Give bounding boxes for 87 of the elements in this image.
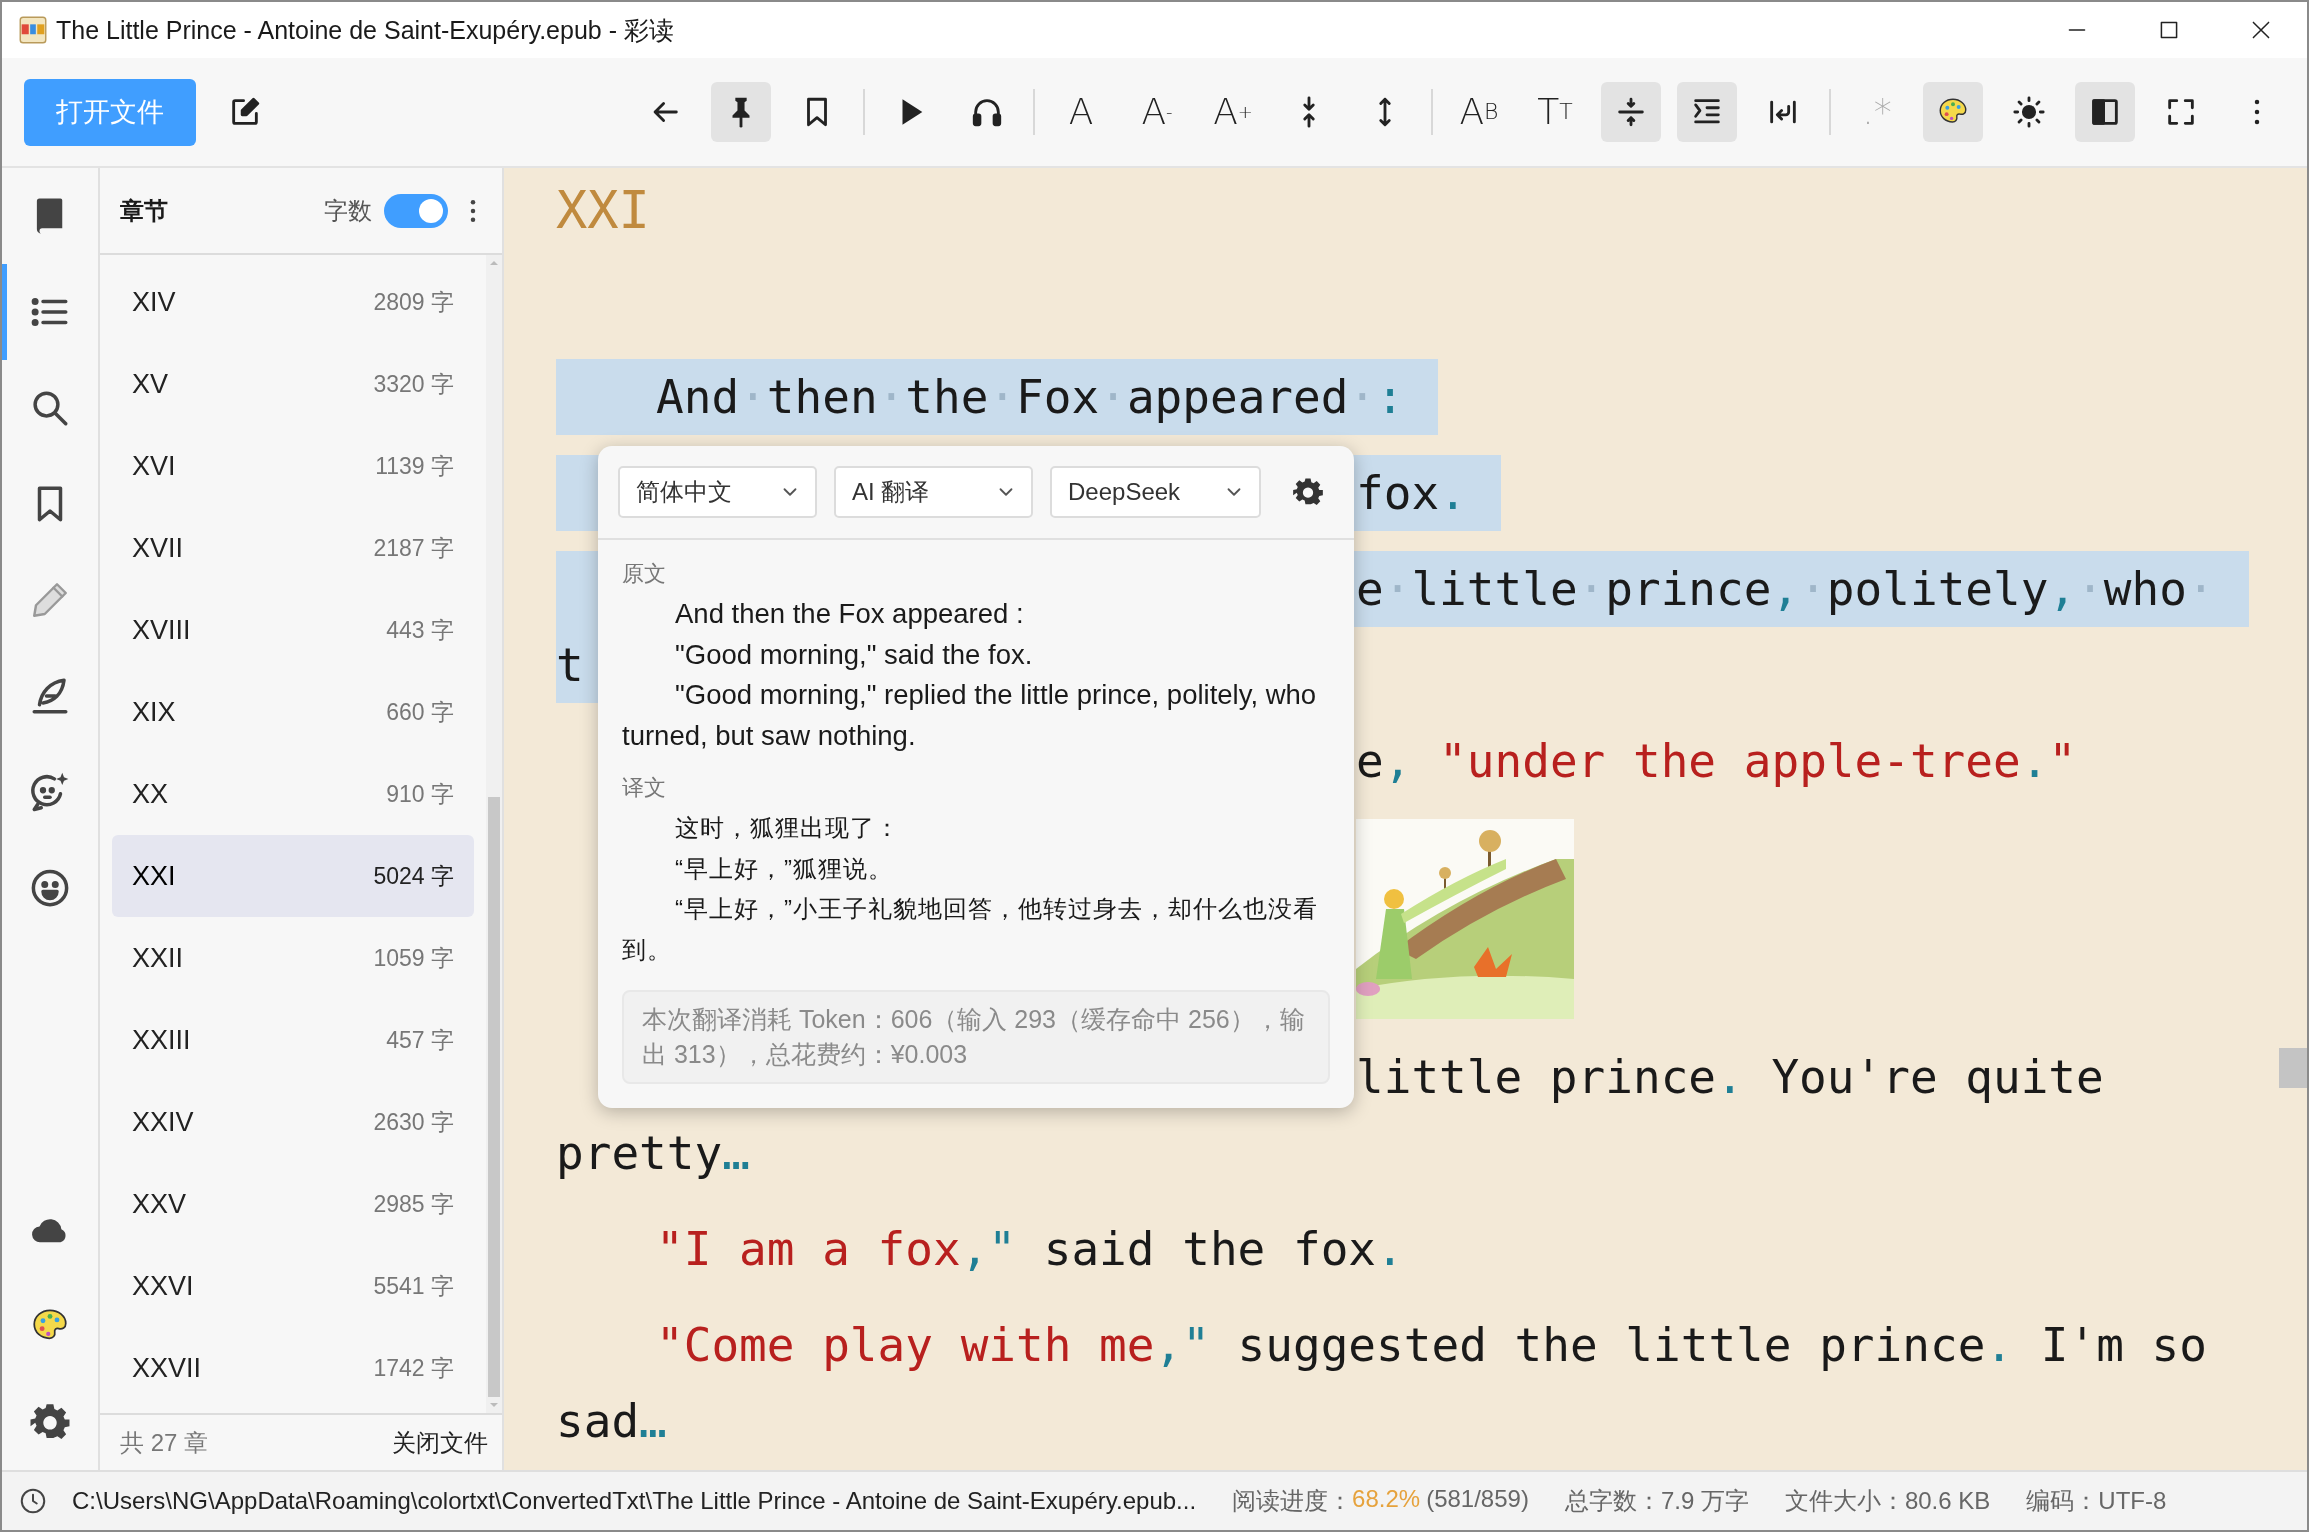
word-count: 910 字 <box>386 779 454 809</box>
word-count: 1139 字 <box>375 451 454 481</box>
text-line: sad… <box>556 1393 667 1450</box>
close-file-link[interactable]: 关闭文件 <box>392 1426 488 1459</box>
original-paragraph: And then the Fox appeared : <box>674 597 1025 631</box>
text-line: "Come play with me," suggested the little prince. I'm so <box>656 1317 2207 1374</box>
chapter-title: XXV <box>132 1188 187 1220</box>
dropdown-select[interactable]: DeepSeek <box>1050 466 1261 518</box>
chapter-title: XX <box>132 778 169 810</box>
chapter-title: XVII <box>132 532 184 564</box>
chapter-item[interactable]: XXV 2985 字 <box>112 1163 474 1245</box>
chapter-title: XXIV <box>132 1106 194 1138</box>
chapter-title: XXII <box>132 942 184 974</box>
word-count: 1742 字 <box>373 1353 454 1383</box>
chapter-title: XXVI <box>132 1270 194 1302</box>
word-count: 2187 字 <box>373 533 454 563</box>
chapter-title: XXIII <box>132 1024 191 1056</box>
word-count-label: 字数 <box>324 195 372 226</box>
window-title: The Little Prince - Antoine de Saint-Exupéry.epub - 彩读 <box>56 14 674 46</box>
file-size: 文件大小：80.6 KB <box>1784 1486 1991 1516</box>
dropdown-select[interactable]: 简体中文 <box>618 466 817 518</box>
chapter-total: 共 27 章 <box>120 1427 209 1458</box>
encoding: 编码：UTF-8 <box>2026 1486 2167 1516</box>
chapter-item[interactable]: XX 910 字 <box>112 753 474 835</box>
chapter-item[interactable]: XXI 5024 字 <box>112 835 474 917</box>
original-paragraph: "Good morning," said the fox. <box>674 637 1034 672</box>
text-line: e, "under the apple-tree." <box>1356 733 2077 790</box>
format-button[interactable]: A$^{-}$ <box>1127 82 1187 142</box>
chapter-title: XIX <box>132 696 176 728</box>
chapter-item[interactable]: XXVII 1742 字 <box>112 1327 474 1409</box>
chapter-item[interactable]: XVII 2187 字 <box>112 507 474 589</box>
scrollbar-thumb[interactable] <box>488 797 500 1397</box>
word-count: 2630 字 <box>373 1107 454 1137</box>
word-count: 2809 字 <box>373 287 454 317</box>
word-count: 457 字 <box>386 1025 454 1055</box>
word-count: 660 字 <box>386 697 454 727</box>
chapter-item[interactable]: XIX 660 字 <box>112 671 474 753</box>
text-line: And·then·the·Fox·appeared·: <box>656 369 1404 426</box>
chapter-item[interactable]: XVIII 443 字 <box>112 589 474 671</box>
chapter-item[interactable]: XXII 1059 字 <box>112 917 474 999</box>
file-path: C:\Users\NG\AppData\Roaming\colortxt\ConvertedTxt\The Little Prince - Antoine de Saint-Exupéry.epub... <box>72 1487 1197 1515</box>
original-paragraph: "Good morning," replied the little prince, politely, who turned, but saw nothing. <box>622 678 1318 753</box>
smiley-icon[interactable] <box>29 867 71 909</box>
word-count: 5024 字 <box>373 861 454 891</box>
word-count: 3320 字 <box>373 369 454 399</box>
word-count-toggle[interactable] <box>384 193 448 228</box>
translated-paragraph: “早上好，”狐狸说。 <box>674 853 894 884</box>
settings-icon[interactable] <box>1292 476 1324 508</box>
word-count: 443 字 <box>386 615 454 645</box>
word-total: 总字数：7.9 万字 <box>1564 1486 1749 1516</box>
chapter-title: XVI <box>132 450 176 482</box>
clock-icon <box>18 1486 48 1516</box>
chapter-item[interactable]: XIV 2809 字 <box>112 261 474 343</box>
text-line: pretty… <box>556 1125 750 1182</box>
sun-icon[interactable] <box>2012 95 2046 129</box>
dropdown-select[interactable]: AI 翻译 <box>834 466 1033 518</box>
text-line: e·little·prince,·politely,·who· <box>1356 561 2215 618</box>
chapter-item[interactable]: XXIV 2630 字 <box>112 1081 474 1163</box>
chapter-title: XVIII <box>132 614 191 646</box>
chapter-title: XXI <box>132 860 176 892</box>
chapter-title: XIV <box>132 286 176 318</box>
section-label: 原文 <box>622 560 667 588</box>
chapter-item[interactable]: XXIII 457 字 <box>112 999 474 1081</box>
format-button[interactable]: A <box>1051 82 1111 142</box>
chapter-heading: XXI <box>556 180 651 240</box>
token-usage-note: 本次翻译消耗 Token：606（输入 293（缓存命中 256），输出 313），总花费约：¥0.003 <box>622 990 1330 1084</box>
section-label: 译文 <box>622 774 667 802</box>
translated-paragraph: “早上好，”小王子礼貌地回答，他转过身去，却什么也没看到。 <box>622 894 1319 965</box>
format-button[interactable]: A$^{+}$ <box>1203 82 1263 142</box>
chapter-title: XXVII <box>132 1352 202 1384</box>
panel-title: 章节 <box>120 195 168 226</box>
progress-label: 阅读进度： <box>1232 1486 1353 1516</box>
translated-paragraph: 这时，狐狸出现了： <box>674 813 901 843</box>
progress-count: (581/859) <box>1426 1485 1529 1514</box>
text-line: t <box>556 637 584 694</box>
scrollbar-thumb[interactable] <box>2279 1048 2307 1088</box>
text-line: little prince. You're quite <box>1356 1049 2104 1106</box>
word-count: 5541 字 <box>373 1271 454 1301</box>
text-line: "I am a fox," said the fox. <box>656 1221 1404 1278</box>
word-count: 1059 字 <box>373 943 454 973</box>
chapter-item[interactable]: XVI 1139 字 <box>112 425 474 507</box>
chapter-title: XV <box>132 368 169 400</box>
word-count: 2985 字 <box>373 1189 454 1219</box>
text-line: fox. <box>1356 465 1467 522</box>
chapter-item[interactable]: XV 3320 字 <box>112 343 474 425</box>
chapter-item[interactable]: XXVI 5541 字 <box>112 1245 474 1327</box>
progress-value: 68.2% <box>1352 1485 1421 1514</box>
